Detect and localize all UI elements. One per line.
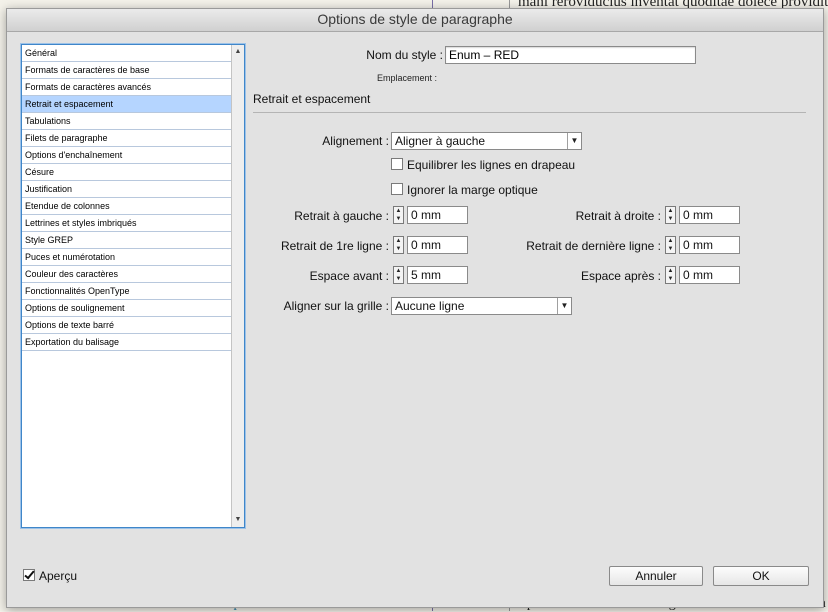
space-before-stepper[interactable]: ▲ ▼ xyxy=(393,266,404,284)
up-arrow-icon[interactable]: ▲ xyxy=(394,207,403,215)
grid-align-value: Aucune ligne xyxy=(395,299,465,313)
preview-label: Aperçu xyxy=(39,569,78,583)
right-indent-stepper[interactable]: ▲ ▼ xyxy=(665,206,676,224)
space-after-stepper[interactable]: ▲ ▼ xyxy=(665,266,676,284)
chevron-down-icon: ▼ xyxy=(557,298,571,314)
scroll-up-icon[interactable]: ▲ xyxy=(232,46,244,58)
space-before-input[interactable]: 5 mm xyxy=(407,266,468,284)
space-before-field: ▲ ▼ 5 mm xyxy=(393,266,473,284)
up-arrow-icon[interactable]: ▲ xyxy=(666,267,675,275)
last-line-indent-stepper[interactable]: ▲ ▼ xyxy=(665,236,676,254)
category-scrollbar[interactable]: ▲ ▼ xyxy=(231,45,244,527)
down-arrow-icon[interactable]: ▼ xyxy=(394,275,403,283)
space-after-field: ▲ ▼ 0 mm xyxy=(665,266,745,284)
down-arrow-icon[interactable]: ▼ xyxy=(394,245,403,253)
category-item[interactable]: Général xyxy=(22,45,231,62)
cancel-button[interactable]: Annuler xyxy=(609,566,703,586)
category-items: Général Formats de caractères de base Form… xyxy=(22,45,231,351)
down-arrow-icon[interactable]: ▼ xyxy=(394,215,403,223)
category-item[interactable]: Puces et numérotation xyxy=(22,249,231,266)
category-item[interactable]: Filets de paragraphe xyxy=(22,130,231,147)
ok-button[interactable]: OK xyxy=(713,566,809,586)
right-indent-input[interactable]: 0 mm xyxy=(679,206,740,224)
category-item[interactable]: Options d'enchaînement xyxy=(22,147,231,164)
alignment-label: Alignement : xyxy=(322,134,389,148)
category-item[interactable]: Lettrines et styles imbriqués xyxy=(22,215,231,232)
ignore-optical-margin-label: Ignorer la marge optique xyxy=(407,183,538,197)
grid-align-select[interactable]: Aucune ligne ▼ xyxy=(391,297,572,315)
alignment-value: Aligner à gauche xyxy=(395,134,486,148)
category-item[interactable]: Exportation du balisage xyxy=(22,334,231,351)
checkbox-icon xyxy=(391,183,403,195)
left-indent-stepper[interactable]: ▲ ▼ xyxy=(393,206,404,224)
space-before-label: Espace avant : xyxy=(309,269,389,283)
settings-panel: Nom du style : Enum – RED Emplacement : … xyxy=(253,9,813,549)
left-indent-label: Retrait à gauche : xyxy=(294,209,389,223)
down-arrow-icon[interactable]: ▼ xyxy=(666,215,675,223)
checkbox-checked-icon xyxy=(23,569,35,581)
style-name-label: Nom du style : xyxy=(366,48,443,62)
category-item[interactable]: Fonctionnalités OpenType xyxy=(22,283,231,300)
down-arrow-icon[interactable]: ▼ xyxy=(666,245,675,253)
paragraph-style-dialog: Options de style de paragraphe Général Fo… xyxy=(6,8,824,608)
first-line-indent-field: ▲ ▼ 0 mm xyxy=(393,236,473,254)
category-item[interactable]: Couleur des caractères xyxy=(22,266,231,283)
last-line-indent-label: Retrait de dernière ligne : xyxy=(526,239,661,253)
section-title: Retrait et espacement xyxy=(253,92,371,106)
first-line-indent-label: Retrait de 1re ligne : xyxy=(280,239,389,253)
last-line-indent-field: ▲ ▼ 0 mm xyxy=(665,236,745,254)
category-item[interactable]: Formats de caractères de base xyxy=(22,62,231,79)
category-item[interactable]: Etendue de colonnes xyxy=(22,198,231,215)
category-item[interactable]: Justification xyxy=(22,181,231,198)
balance-ragged-lines-label: Equilibrer les lignes en drapeau xyxy=(407,158,576,172)
grid-align-label: Aligner sur la grille : xyxy=(283,299,389,313)
alignment-select[interactable]: Aligner à gauche ▼ xyxy=(391,132,582,150)
first-line-indent-input[interactable]: 0 mm xyxy=(407,236,468,254)
balance-ragged-lines-checkbox[interactable]: Equilibrer les lignes en drapeau xyxy=(391,157,575,173)
left-indent-input[interactable]: 0 mm xyxy=(407,206,468,224)
left-indent-field: ▲ ▼ 0 mm xyxy=(393,206,473,224)
category-list[interactable]: Général Formats de caractères de base Form… xyxy=(21,44,245,528)
chevron-down-icon: ▼ xyxy=(567,133,581,149)
location-label: Emplacement : xyxy=(377,73,438,83)
ignore-optical-margin-checkbox[interactable]: Ignorer la marge optique xyxy=(391,182,538,198)
right-indent-field: ▲ ▼ 0 mm xyxy=(665,206,745,224)
last-line-indent-input[interactable]: 0 mm xyxy=(679,236,740,254)
preview-checkbox[interactable]: Aperçu xyxy=(23,568,77,584)
category-item[interactable]: Options de soulignement xyxy=(22,300,231,317)
up-arrow-icon[interactable]: ▲ xyxy=(394,237,403,245)
checkbox-icon xyxy=(391,158,403,170)
category-item[interactable]: Style GREP xyxy=(22,232,231,249)
up-arrow-icon[interactable]: ▲ xyxy=(394,267,403,275)
up-arrow-icon[interactable]: ▲ xyxy=(666,207,675,215)
space-after-label: Espace après : xyxy=(580,269,661,283)
category-item[interactable]: Tabulations xyxy=(22,113,231,130)
category-item[interactable]: Options de texte barré xyxy=(22,317,231,334)
scroll-down-icon[interactable]: ▼ xyxy=(232,514,244,526)
right-indent-label: Retrait à droite : xyxy=(575,209,661,223)
style-name-input[interactable]: Enum – RED xyxy=(445,46,696,64)
section-divider xyxy=(253,112,806,113)
category-item[interactable]: Césure xyxy=(22,164,231,181)
space-after-input[interactable]: 0 mm xyxy=(679,266,740,284)
up-arrow-icon[interactable]: ▲ xyxy=(666,237,675,245)
category-item[interactable]: Retrait et espacement xyxy=(22,96,231,113)
down-arrow-icon[interactable]: ▼ xyxy=(666,275,675,283)
first-line-indent-stepper[interactable]: ▲ ▼ xyxy=(393,236,404,254)
category-item[interactable]: Formats de caractères avancés xyxy=(22,79,231,96)
